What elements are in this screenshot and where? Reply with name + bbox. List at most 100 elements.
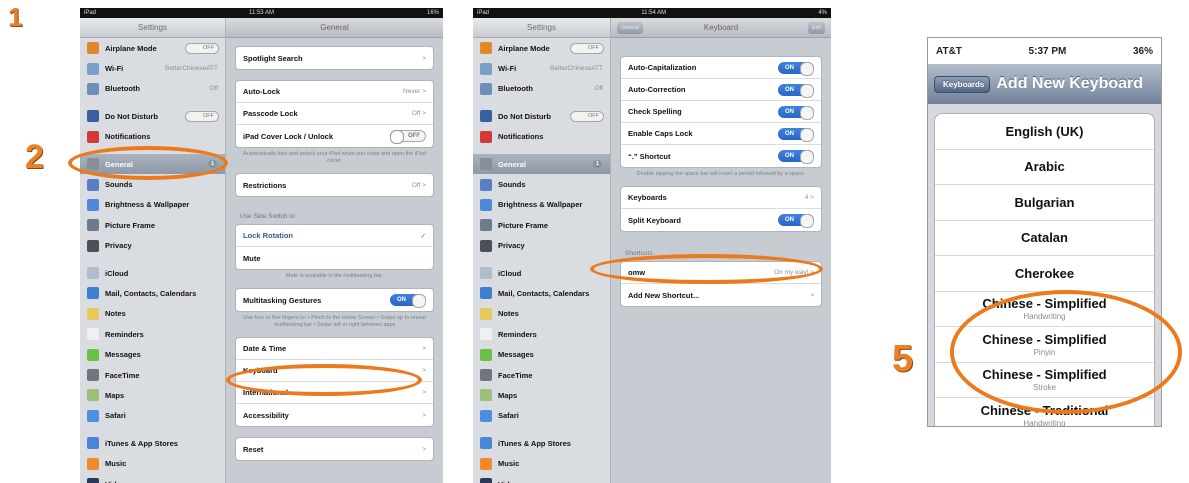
- sidebar-item-notes[interactable]: Notes: [473, 304, 610, 324]
- sidebar-item-reminders[interactable]: Reminders: [473, 324, 610, 344]
- toggle-switch[interactable]: OFF: [570, 110, 604, 122]
- sidebar-item-maps[interactable]: Maps: [80, 385, 225, 405]
- sidebar-item-icloud[interactable]: iCloud: [80, 263, 225, 283]
- settings-row-auto-capitalization[interactable]: Auto-Capitalization ON: [621, 57, 821, 79]
- sidebar-item-bluetooth[interactable]: Bluetooth Off: [80, 79, 225, 99]
- sidebar-item-videos[interactable]: Videos: [80, 474, 225, 483]
- edit-button[interactable]: Edit: [808, 22, 825, 34]
- settings-row-enable-caps-lock[interactable]: Enable Caps Lock ON: [621, 123, 821, 145]
- sidebar-item-safari[interactable]: Safari: [80, 406, 225, 426]
- settings-row-check-spelling[interactable]: Check Spelling ON: [621, 101, 821, 123]
- settings-row-shortcut[interactable]: “.” Shortcut ON: [621, 145, 821, 167]
- settings-group: Multitasking Gestures ON: [235, 288, 434, 312]
- sidebar-item-music[interactable]: Music: [80, 453, 225, 473]
- row-label: “.” Shortcut: [628, 151, 671, 161]
- step-number-2: 2: [25, 138, 44, 176]
- row-value: Off >: [411, 181, 426, 189]
- sidebar-item-facetime[interactable]: FaceTime: [80, 365, 225, 385]
- sidebar-item-airplane-mode[interactable]: Airplane Mode OFF: [80, 38, 225, 58]
- sidebar-item-itunes-app-stores[interactable]: iTunes & App Stores: [80, 433, 225, 453]
- sidebar-item-itunes-app-stores[interactable]: iTunes & App Stores: [473, 433, 610, 453]
- settings-row-passcode-lock[interactable]: Passcode Lock Off >: [236, 103, 433, 125]
- toggle-switch[interactable]: OFF: [390, 130, 426, 144]
- settings-sidebar: Settings Airplane Mode OFF Wi-Fi BetterChin…: [473, 18, 611, 483]
- checkmark-icon: ✓: [420, 232, 426, 240]
- toggle-switch[interactable]: ON: [390, 294, 426, 308]
- sidebar-item-privacy[interactable]: Privacy: [80, 236, 225, 256]
- highlight-omw-shortcut: [590, 254, 823, 284]
- back-button-keyboards[interactable]: Keyboards: [934, 75, 991, 93]
- settings-row-auto-lock[interactable]: Auto-Lock Never >: [236, 81, 433, 103]
- sidebar-item-airplane-mode[interactable]: Airplane Mode OFF: [473, 38, 610, 58]
- sidebar-item-label: Safari: [498, 411, 519, 421]
- moon-icon: [87, 110, 99, 123]
- settings-row-ipad-cover-lock-unlock[interactable]: iPad Cover Lock / Unlock OFF: [236, 125, 433, 147]
- sidebar-item-general[interactable]: General 1: [473, 153, 610, 175]
- sidebar-item-maps[interactable]: Maps: [473, 385, 610, 405]
- settings-row-add-new-shortcut[interactable]: Add New Shortcut... >: [621, 284, 821, 306]
- settings-row-restrictions[interactable]: Restrictions Off >: [236, 174, 433, 196]
- settings-row-accessibility[interactable]: Accessibility >: [236, 404, 433, 426]
- sidebar-item-music[interactable]: Music: [473, 453, 610, 473]
- sidebar-item-label: Maps: [498, 390, 518, 400]
- sidebar-item-picture-frame[interactable]: Picture Frame: [80, 215, 225, 235]
- settings-row-mute[interactable]: Mute: [236, 247, 433, 269]
- toggle-switch[interactable]: ON: [778, 127, 814, 142]
- toggle-switch[interactable]: ON: [778, 150, 814, 164]
- sidebar-item-do-not-disturb[interactable]: Do Not Disturb OFF: [80, 106, 225, 126]
- row-label: Restrictions: [243, 180, 287, 190]
- row-value: >: [422, 445, 426, 453]
- sidebar-item-videos[interactable]: Videos: [473, 474, 610, 483]
- sidebar-item-brightness-wallpaper[interactable]: Brightness & Wallpaper: [473, 195, 610, 215]
- sidebar-item-wi-fi[interactable]: Wi-Fi BetterChineseATT: [80, 58, 225, 78]
- sidebar-item-bluetooth[interactable]: Bluetooth Off: [473, 79, 610, 99]
- keyboard-option-catalan[interactable]: Catalan: [935, 221, 1154, 256]
- sidebar-item-do-not-disturb[interactable]: Do Not Disturb OFF: [473, 106, 610, 126]
- sidebar-item-wi-fi[interactable]: Wi-Fi BetterChineseATT: [473, 58, 610, 78]
- settings-row-date-time[interactable]: Date & Time >: [236, 338, 433, 360]
- sidebar-item-notifications[interactable]: Notifications: [473, 127, 610, 147]
- toggle-switch[interactable]: OFF: [185, 110, 219, 122]
- sidebar-item-safari[interactable]: Safari: [473, 406, 610, 426]
- sidebar-item-messages[interactable]: Messages: [473, 344, 610, 364]
- toggle-switch[interactable]: ON: [778, 83, 814, 98]
- settings-row-auto-correction[interactable]: Auto-Correction ON: [621, 79, 821, 101]
- settings-row-reset[interactable]: Reset >: [236, 438, 433, 460]
- settings-row-spotlight-search[interactable]: Spotlight Search >: [236, 47, 433, 69]
- toggle-switch[interactable]: ON: [778, 61, 814, 76]
- sidebar-item-privacy[interactable]: Privacy: [473, 236, 610, 256]
- row-value: Never >: [403, 88, 426, 95]
- settings-row-split-keyboard[interactable]: Split Keyboard ON: [621, 209, 821, 231]
- sidebar-item-label: Brightness & Wallpaper: [498, 200, 583, 210]
- row-value: >: [422, 54, 426, 62]
- safari-icon: [87, 409, 99, 422]
- toggle-switch[interactable]: OFF: [185, 42, 219, 54]
- sidebar-item-notifications[interactable]: Notifications: [80, 127, 225, 147]
- toggle-switch[interactable]: ON: [778, 105, 814, 120]
- sidebar-item-label: Videos: [105, 480, 129, 483]
- sidebar-item-mail-contacts-calendars[interactable]: Mail, Contacts, Calendars: [473, 283, 610, 303]
- sidebar-item-mail-contacts-calendars[interactable]: Mail, Contacts, Calendars: [80, 283, 225, 303]
- settings-row-keyboards[interactable]: Keyboards 4 >: [621, 187, 821, 209]
- sidebar-item-facetime[interactable]: FaceTime: [473, 365, 610, 385]
- keyboard-option-arabic[interactable]: Arabic: [935, 150, 1154, 185]
- keyboard-pane: General Keyboard Edit Auto-Capitalizatio…: [611, 18, 831, 483]
- keyboard-option-cherokee[interactable]: Cherokee: [935, 256, 1154, 292]
- keyboard-option-bulgarian[interactable]: Bulgarian: [935, 185, 1154, 221]
- sidebar-item-icloud[interactable]: iCloud: [473, 263, 610, 283]
- settings-row-lock-rotation[interactable]: Lock Rotation ✓: [236, 225, 433, 247]
- sidebar-item-label: Airplane Mode: [105, 43, 157, 53]
- sidebar-item-brightness-wallpaper[interactable]: Brightness & Wallpaper: [80, 195, 225, 215]
- toggle-switch[interactable]: ON: [778, 214, 814, 228]
- settings-row-multitasking-gestures[interactable]: Multitasking Gestures ON: [236, 289, 433, 311]
- keyboard-option-english-uk[interactable]: English (UK): [935, 114, 1154, 150]
- toggle-switch[interactable]: OFF: [570, 42, 604, 54]
- sidebar-item-label: Music: [498, 459, 520, 469]
- sidebar-item-reminders[interactable]: Reminders: [80, 324, 225, 344]
- sidebar-item-sounds[interactable]: Sounds: [473, 174, 610, 194]
- sidebar-item-picture-frame[interactable]: Picture Frame: [473, 215, 610, 235]
- back-button-general[interactable]: General: [617, 22, 643, 34]
- keyboard-option-label: Arabic: [1024, 159, 1065, 175]
- sidebar-item-notes[interactable]: Notes: [80, 304, 225, 324]
- sidebar-item-messages[interactable]: Messages: [80, 344, 225, 364]
